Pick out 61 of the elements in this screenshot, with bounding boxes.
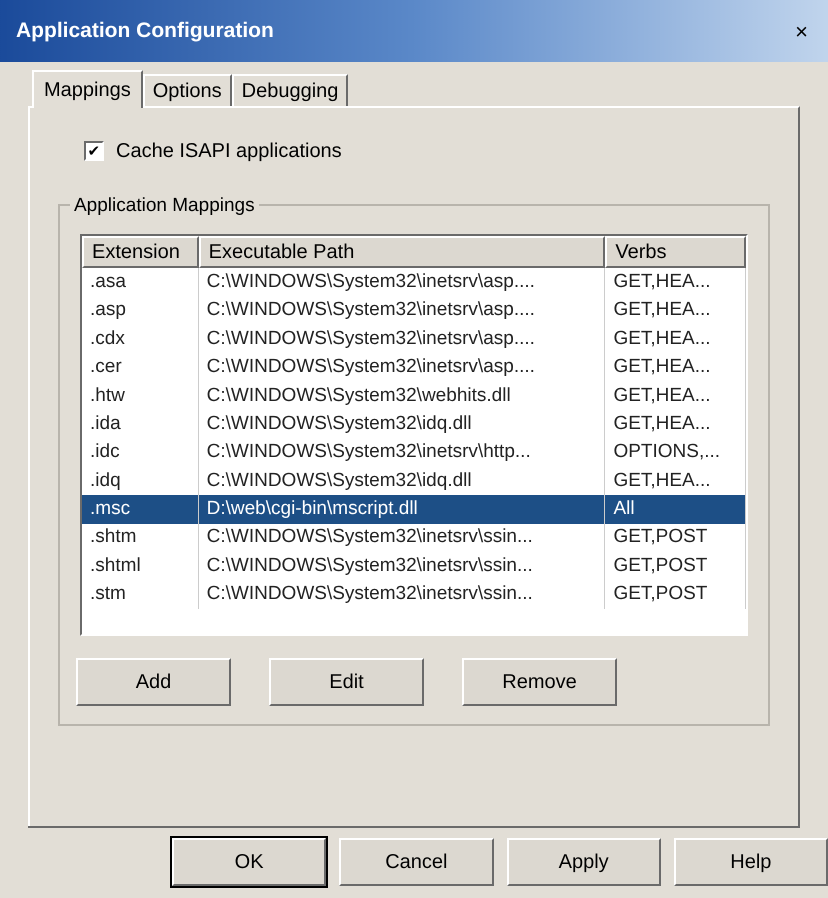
- table-cell: GET,HEA...: [605, 410, 746, 438]
- table-cell: .stm: [82, 580, 199, 609]
- dialog-button[interactable]: Apply: [506, 838, 661, 886]
- column-header[interactable]: Executable Path: [198, 236, 606, 268]
- table-cell: GET,POST: [605, 552, 746, 580]
- checkbox-label: Cache ISAPI applications: [116, 139, 342, 164]
- tab[interactable]: Options: [142, 74, 232, 106]
- table-row[interactable]: .ida C:\WINDOWS\System32\idq.dll GET,HEA...: [82, 410, 746, 438]
- table-row[interactable]: .asp C:\WINDOWS\System32\inetsrv\asp.... GET,HEA...: [82, 296, 746, 325]
- table-row[interactable]: .msc D:\web\cgi-bin\mscript.dll All: [82, 495, 746, 524]
- action-button[interactable]: Add: [76, 658, 231, 706]
- table-row[interactable]: .idc C:\WINDOWS\System32\inetsrv\http... OPTIONS,...: [82, 438, 746, 467]
- table-cell: C:\WINDOWS\System32\webhits.dll: [198, 382, 606, 410]
- table-cell: GET,HEA...: [605, 382, 746, 410]
- table-cell: .cdx: [82, 324, 199, 354]
- table-row[interactable]: .shtm C:\WINDOWS\System32\inetsrv\ssin... GET,POST: [82, 524, 746, 552]
- table-cell: C:\WINDOWS\System32\idq.dll: [198, 410, 606, 438]
- table-row[interactable]: .cdx C:\WINDOWS\System32\inetsrv\asp.... GET,HEA...: [82, 324, 746, 354]
- window-title: Application Configuration: [16, 18, 274, 44]
- dialog-button[interactable]: OK: [172, 838, 326, 886]
- table-cell: GET,POST: [605, 580, 746, 609]
- dialog-button[interactable]: Cancel: [339, 838, 494, 886]
- table-cell: .asa: [82, 268, 199, 296]
- table-cell: .cer: [82, 353, 199, 382]
- tab[interactable]: Debugging: [232, 74, 348, 106]
- table-row[interactable]: .cer C:\WINDOWS\System32\inetsrv\asp.... GET,HEA...: [82, 353, 746, 382]
- tab[interactable]: Mappings: [32, 70, 143, 108]
- table-cell: GET,HEA...: [605, 296, 746, 325]
- table-cell: .shtml: [82, 552, 199, 580]
- table-cell: C:\WINDOWS\System32\inetsrv\asp....: [198, 296, 606, 325]
- table-cell: C:\WINDOWS\System32\inetsrv\asp....: [198, 324, 606, 354]
- checkbox[interactable]: ✔: [84, 141, 104, 161]
- table-cell: .ida: [82, 410, 199, 438]
- table-cell: .htw: [82, 382, 199, 410]
- action-button[interactable]: Edit: [269, 658, 424, 706]
- table-cell: OPTIONS,...: [605, 438, 746, 467]
- column-header[interactable]: Extension: [82, 236, 199, 268]
- table-cell: C:\WINDOWS\System32\inetsrv\asp....: [198, 353, 606, 382]
- table-row[interactable]: .stm C:\WINDOWS\System32\inetsrv\ssin... GET,POST: [82, 580, 746, 609]
- table-cell: C:\WINDOWS\System32\inetsrv\ssin...: [198, 552, 606, 580]
- table-cell: GET,HEA...: [605, 324, 746, 354]
- table-cell: GET,HEA...: [605, 268, 746, 296]
- table-cell: C:\WINDOWS\System32\inetsrv\asp....: [198, 268, 606, 296]
- table-row[interactable]: .shtml C:\WINDOWS\System32\inetsrv\ssin... GET,POST: [82, 552, 746, 580]
- column-header[interactable]: Verbs: [605, 236, 746, 268]
- table-cell: GET,POST: [605, 524, 746, 552]
- action-button[interactable]: Remove: [462, 658, 617, 706]
- table-cell: C:\WINDOWS\System32\inetsrv\ssin...: [198, 524, 606, 552]
- dialog-button[interactable]: Help: [674, 838, 828, 886]
- table-cell: .shtm: [82, 524, 199, 552]
- table-cell: C:\WINDOWS\System32\inetsrv\http...: [198, 438, 606, 467]
- table-cell: C:\WINDOWS\System32\inetsrv\ssin...: [198, 580, 606, 609]
- table-cell: .idc: [82, 438, 199, 467]
- table-cell: .msc: [82, 495, 199, 524]
- table-cell: D:\web\cgi-bin\mscript.dll: [198, 495, 606, 524]
- close-button[interactable]: ×: [791, 14, 812, 48]
- table-cell: .asp: [82, 296, 199, 325]
- table-cell: GET,HEA...: [605, 353, 746, 382]
- table-row[interactable]: .asa C:\WINDOWS\System32\inetsrv\asp.... GET,HEA...: [82, 268, 746, 296]
- table-cell: All: [605, 495, 746, 524]
- table-row[interactable]: .htw C:\WINDOWS\System32\webhits.dll GET,HEA...: [82, 382, 746, 410]
